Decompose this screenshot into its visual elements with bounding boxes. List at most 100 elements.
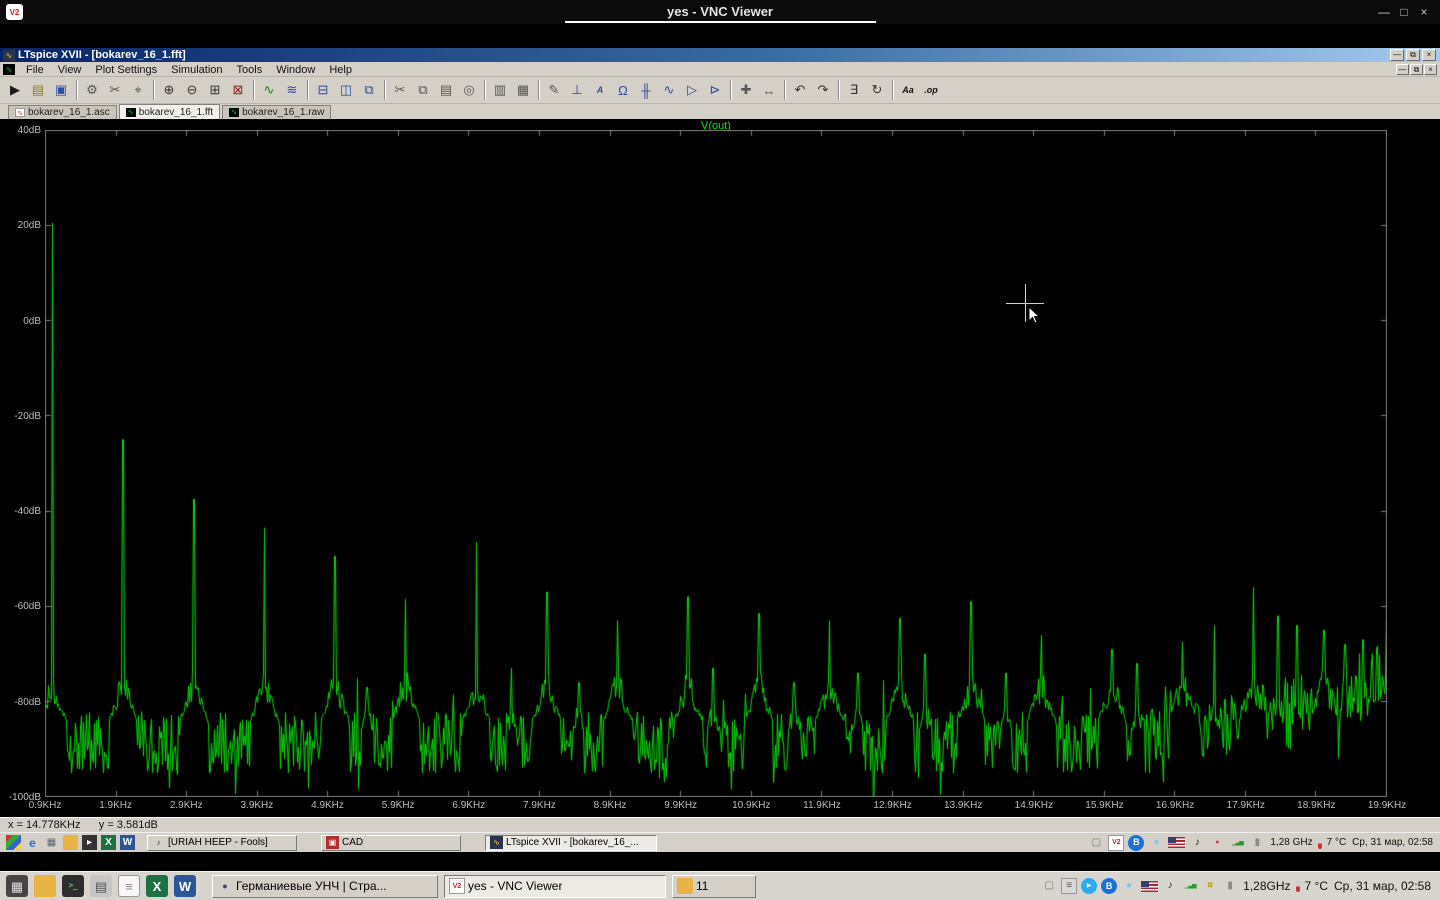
browser-icon[interactable]: e xyxy=(25,835,40,850)
find-icon[interactable]: ◎ xyxy=(458,79,480,101)
key-icon[interactable]: ¤ xyxy=(1202,878,1218,894)
tab-bokarev_16_1.raw[interactable]: ∿ bokarev_16_1.raw xyxy=(222,105,332,119)
writer-icon[interactable]: W xyxy=(174,875,196,897)
text-icon[interactable]: Aa xyxy=(897,79,919,101)
mirror-icon[interactable]: ∃ xyxy=(843,79,865,101)
battery-icon[interactable]: ▮ xyxy=(1249,835,1265,851)
menu-view[interactable]: View xyxy=(51,64,89,76)
file-manager-icon[interactable] xyxy=(34,875,56,897)
waveform-icon[interactable]: ∿ xyxy=(258,79,280,101)
spreadsheet-icon[interactable]: X xyxy=(146,875,168,897)
menu-simulation[interactable]: Simulation xyxy=(164,64,229,76)
menu-file[interactable]: File xyxy=(19,64,51,76)
display-icon[interactable]: ▢ xyxy=(1041,878,1057,894)
component-icon[interactable]: ⊳ xyxy=(704,79,726,101)
plot-pane[interactable]: V(out) 40dB 20dB 0dB -20dB -40dB -60dB -80dB -1… xyxy=(0,119,1440,817)
zoom-full-icon[interactable]: ⊠ xyxy=(227,79,249,101)
clock[interactable]: Ср, 31 мар, 02:58 xyxy=(1334,879,1431,893)
resistor-icon[interactable]: Ω xyxy=(612,79,634,101)
battery-icon[interactable]: ▮ xyxy=(1222,878,1238,894)
window-close-button[interactable]: × xyxy=(1422,49,1436,61)
window-restore-button[interactable]: ⧉ xyxy=(1406,49,1420,61)
mdi-restore-button[interactable]: ⧉ xyxy=(1410,63,1423,75)
print-icon[interactable]: ▦ xyxy=(512,79,534,101)
vnc-server-icon[interactable]: V2 xyxy=(1108,834,1125,851)
spice-directive-icon[interactable]: .op xyxy=(920,79,942,101)
inductor-icon[interactable]: ∿ xyxy=(658,79,680,101)
music-player-task[interactable]: ♪ [URIAH HEEP - Fools] xyxy=(147,834,297,851)
save-icon[interactable]: ▣ xyxy=(50,79,72,101)
run-icon[interactable]: ▶ xyxy=(4,79,26,101)
display-icon[interactable]: ▢ xyxy=(1088,835,1104,851)
paste-icon[interactable]: ▤ xyxy=(435,79,457,101)
drop-icon[interactable]: ● xyxy=(1121,878,1137,894)
zoom-out-icon[interactable]: ⊖ xyxy=(181,79,203,101)
open-icon[interactable]: ▤ xyxy=(27,79,49,101)
tab-bokarev_16_1.asc[interactable]: ∿ bokarev_16_1.asc xyxy=(8,105,117,119)
zoom-area-icon[interactable]: ⊞ xyxy=(204,79,226,101)
app-menu-icon[interactable]: ▦ xyxy=(6,875,28,897)
mdi-minimize-button[interactable]: — xyxy=(1396,63,1409,75)
bluetooth-icon[interactable]: B xyxy=(1101,878,1118,894)
x-axis-label: 17.9KHz xyxy=(1226,800,1265,811)
rotate-icon[interactable]: ↻ xyxy=(866,79,888,101)
probe-icon[interactable]: ⌖ xyxy=(127,79,149,101)
network-icon[interactable]: ▁▃▅ xyxy=(1229,835,1245,851)
vnc-minimize-button[interactable]: — xyxy=(1374,5,1394,19)
keyboard-flag-icon[interactable] xyxy=(1141,880,1159,892)
start-icon[interactable] xyxy=(6,835,21,850)
drag-icon[interactable]: ↔ xyxy=(758,79,780,101)
text-editor-icon[interactable]: ≡ xyxy=(118,875,140,897)
label-icon[interactable]: A xyxy=(589,79,611,101)
tile-vertical-icon[interactable]: ◫ xyxy=(335,79,357,101)
mdi-close-button[interactable]: × xyxy=(1424,63,1437,75)
media-icon[interactable]: ▸ xyxy=(82,835,97,850)
print-preview-icon[interactable]: ▥ xyxy=(489,79,511,101)
clock[interactable]: Ср, 31 мар, 02:58 xyxy=(1352,837,1433,848)
fft-icon[interactable]: ≋ xyxy=(281,79,303,101)
copy-icon[interactable]: ⧉ xyxy=(412,79,434,101)
zoom-in-icon[interactable]: ⊕ xyxy=(158,79,180,101)
spreadsheet-icon[interactable]: X xyxy=(101,835,116,850)
cad-task[interactable]: ▣ CAD xyxy=(321,834,461,851)
writer-icon[interactable]: W xyxy=(120,835,135,850)
notes-icon[interactable]: ≡ xyxy=(1061,878,1078,894)
vnc-maximize-button[interactable]: □ xyxy=(1394,5,1414,19)
file-manager-task[interactable]: 11 xyxy=(672,874,756,898)
diode-icon[interactable]: ▷ xyxy=(681,79,703,101)
menu-plot-settings[interactable]: Plot Settings xyxy=(88,64,164,76)
volume-icon[interactable]: ♪ xyxy=(1189,835,1205,851)
folder-icon[interactable] xyxy=(63,835,78,850)
printer-icon[interactable]: ▤ xyxy=(90,875,112,897)
ltspice-task[interactable]: ∿ LTspice XVII - [bokarev_16_... xyxy=(485,834,657,851)
menu-window[interactable]: Window xyxy=(269,64,322,76)
redo-icon[interactable]: ↷ xyxy=(812,79,834,101)
window-minimize-button[interactable]: — xyxy=(1390,49,1404,61)
cut-tool-icon[interactable]: ✂ xyxy=(104,79,126,101)
menu-help[interactable]: Help xyxy=(322,64,359,76)
desktop-icon[interactable]: ▦ xyxy=(44,835,59,850)
keyboard-flag-icon[interactable] xyxy=(1168,837,1186,848)
ground-icon[interactable]: ⊥ xyxy=(566,79,588,101)
move-icon[interactable]: ✚ xyxy=(735,79,757,101)
terminal-icon[interactable]: >_ xyxy=(62,875,84,897)
network-icon[interactable]: ▁▃▅ xyxy=(1182,878,1198,894)
telegram-icon[interactable]: ▶ xyxy=(1081,878,1098,894)
bluetooth-icon[interactable]: B xyxy=(1128,834,1145,851)
capacitor-icon[interactable]: ╫ xyxy=(635,79,657,101)
undo-icon[interactable]: ↶ xyxy=(789,79,811,101)
tab-bokarev_16_1.fft[interactable]: ∿ bokarev_16_1.fft xyxy=(118,104,221,119)
browser-task[interactable]: ● Германиевые УНЧ | Стра... xyxy=(212,874,438,898)
tile-horizontal-icon[interactable]: ⊟ xyxy=(312,79,334,101)
volume-icon[interactable]: ♪ xyxy=(1162,878,1178,894)
menu-tools[interactable]: Tools xyxy=(230,64,270,76)
vnc-close-button[interactable]: × xyxy=(1414,5,1434,19)
cascade-icon[interactable]: ⧉ xyxy=(358,79,380,101)
vnc-viewer-task[interactable]: V2 yes - VNC Viewer xyxy=(444,874,666,898)
cut-icon[interactable]: ✂ xyxy=(389,79,411,101)
control-panel-icon[interactable]: ⚙ xyxy=(81,79,103,101)
wire-icon[interactable]: ✎ xyxy=(543,79,565,101)
indicator-icon[interactable]: ● xyxy=(1209,835,1225,851)
drop-icon[interactable]: ● xyxy=(1148,835,1164,851)
fft-plot-canvas[interactable] xyxy=(45,130,1387,797)
